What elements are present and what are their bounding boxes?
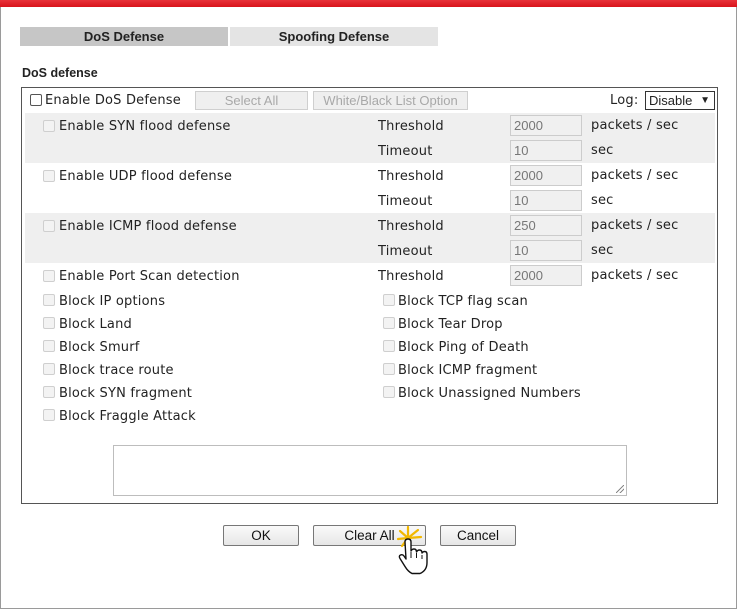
hand-cursor-icon bbox=[396, 525, 428, 575]
icmp-timeout-input[interactable]: 10 bbox=[510, 240, 582, 261]
block-unassigned-label: Block Unassigned Numbers bbox=[398, 386, 581, 401]
port-scan-checkbox[interactable] bbox=[43, 270, 55, 282]
port-scan-label: Enable Port Scan detection bbox=[59, 269, 240, 284]
udp-timeout-input[interactable]: 10 bbox=[510, 190, 582, 211]
top-accent-bar bbox=[0, 0, 737, 7]
udp-timeout-label: Timeout bbox=[378, 194, 433, 209]
udp-flood-label: Enable UDP flood defense bbox=[59, 169, 233, 184]
port-threshold-input[interactable]: 2000 bbox=[510, 265, 582, 286]
syn-threshold-unit: packets / sec bbox=[591, 118, 679, 133]
block-unassigned-checkbox[interactable] bbox=[383, 386, 395, 398]
block-ping-of-death-checkbox[interactable] bbox=[383, 340, 395, 352]
block-tcp-flag-checkbox[interactable] bbox=[383, 294, 395, 306]
log-select[interactable]: Disable ▼ bbox=[645, 91, 715, 110]
enable-dos-checkbox[interactable] bbox=[30, 94, 42, 106]
tab-dos-defense[interactable]: DoS Defense bbox=[20, 27, 228, 46]
icmp-threshold-label: Threshold bbox=[378, 219, 444, 234]
syn-timeout-unit: sec bbox=[591, 143, 614, 158]
syn-flood-label: Enable SYN flood defense bbox=[59, 119, 231, 134]
icmp-threshold-input[interactable]: 250 bbox=[510, 215, 582, 236]
block-ping-of-death-label: Block Ping of Death bbox=[398, 340, 529, 355]
icmp-flood-checkbox[interactable] bbox=[43, 220, 55, 232]
chevron-down-icon: ▼ bbox=[700, 95, 710, 106]
block-tear-drop-checkbox[interactable] bbox=[383, 317, 395, 329]
port-threshold-label: Threshold bbox=[378, 269, 444, 284]
syn-timeout-label: Timeout bbox=[378, 144, 433, 159]
block-tear-drop-label: Block Tear Drop bbox=[398, 317, 503, 332]
block-tcp-flag-label: Block TCP flag scan bbox=[398, 294, 528, 309]
icmp-threshold-unit: packets / sec bbox=[591, 218, 679, 233]
log-label: Log: bbox=[610, 93, 639, 108]
section-title: DoS defense bbox=[22, 66, 98, 80]
tab-spoofing-defense[interactable]: Spoofing Defense bbox=[230, 27, 438, 46]
ok-button[interactable]: OK bbox=[223, 525, 299, 546]
icmp-flood-label: Enable ICMP flood defense bbox=[59, 219, 237, 234]
enable-dos-label: Enable DoS Defense bbox=[45, 93, 181, 108]
icmp-timeout-unit: sec bbox=[591, 243, 614, 258]
dos-defense-panel: Enable DoS Defense Select All White/Blac… bbox=[21, 87, 718, 504]
icmp-timeout-label: Timeout bbox=[378, 244, 433, 259]
block-smurf-checkbox[interactable] bbox=[43, 340, 55, 352]
block-smurf-label: Block Smurf bbox=[59, 340, 140, 355]
block-ip-options-label: Block IP options bbox=[59, 294, 166, 309]
notes-textarea[interactable] bbox=[113, 445, 627, 496]
udp-threshold-label: Threshold bbox=[378, 169, 444, 184]
block-ip-options-checkbox[interactable] bbox=[43, 294, 55, 306]
port-threshold-unit: packets / sec bbox=[591, 268, 679, 283]
udp-threshold-unit: packets / sec bbox=[591, 168, 679, 183]
cancel-button[interactable]: Cancel bbox=[440, 525, 516, 546]
block-land-checkbox[interactable] bbox=[43, 317, 55, 329]
syn-flood-checkbox[interactable] bbox=[43, 120, 55, 132]
udp-timeout-unit: sec bbox=[591, 193, 614, 208]
block-icmp-fragment-label: Block ICMP fragment bbox=[398, 363, 538, 378]
block-trace-route-checkbox[interactable] bbox=[43, 363, 55, 375]
udp-threshold-input[interactable]: 2000 bbox=[510, 165, 582, 186]
block-fraggle-checkbox[interactable] bbox=[43, 409, 55, 421]
white-black-list-button[interactable]: White/Black List Option bbox=[313, 91, 468, 110]
block-land-label: Block Land bbox=[59, 317, 132, 332]
syn-threshold-label: Threshold bbox=[378, 119, 444, 134]
block-syn-fragment-checkbox[interactable] bbox=[43, 386, 55, 398]
syn-timeout-input[interactable]: 10 bbox=[510, 140, 582, 161]
syn-threshold-input[interactable]: 2000 bbox=[510, 115, 582, 136]
block-fraggle-label: Block Fraggle Attack bbox=[59, 409, 196, 424]
block-icmp-fragment-checkbox[interactable] bbox=[383, 363, 395, 375]
udp-flood-checkbox[interactable] bbox=[43, 170, 55, 182]
log-select-value: Disable bbox=[649, 93, 693, 108]
block-syn-fragment-label: Block SYN fragment bbox=[59, 386, 193, 401]
block-trace-route-label: Block trace route bbox=[59, 363, 174, 378]
resize-grip-icon[interactable] bbox=[616, 485, 624, 493]
select-all-button[interactable]: Select All bbox=[195, 91, 308, 110]
